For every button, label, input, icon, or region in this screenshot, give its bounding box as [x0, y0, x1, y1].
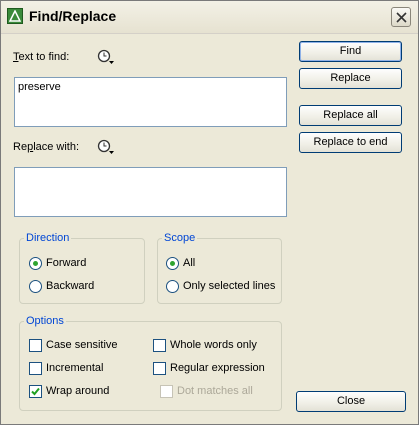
find-replace-dialog: Find/Replace Text to find: preserve Repl…: [0, 0, 419, 425]
direction-group: [19, 238, 145, 304]
find-history-icon[interactable]: [97, 49, 115, 65]
wrap-around-checkbox[interactable]: [29, 385, 42, 398]
scope-selected-lines-label[interactable]: Only selected lines: [183, 280, 275, 292]
whole-words-label[interactable]: Whole words only: [170, 339, 257, 351]
case-sensitive-label[interactable]: Case sensitive: [46, 339, 118, 351]
forward-radio[interactable]: [29, 257, 42, 270]
close-window-button[interactable]: [391, 7, 411, 27]
checkmark-icon: [31, 387, 40, 396]
find-label-rest: ext to find:: [18, 51, 70, 63]
close-icon: [396, 12, 407, 23]
incremental-checkbox[interactable]: [29, 362, 42, 375]
find-input-value: preserve: [18, 81, 61, 93]
replace-label-prefix: Re: [13, 141, 28, 153]
replace-history-icon[interactable]: [97, 139, 115, 155]
replace-to-end-button[interactable]: Replace to end: [299, 132, 402, 153]
find-button[interactable]: Find: [299, 41, 402, 62]
replace-button[interactable]: Replace: [299, 68, 402, 89]
options-title: Options: [24, 315, 66, 327]
replace-all-button[interactable]: Replace all: [299, 105, 402, 126]
scope-all-label[interactable]: All: [183, 257, 195, 269]
replace-label: Replace with:: [13, 141, 79, 153]
scope-title: Scope: [162, 232, 198, 244]
dot-matches-all-checkbox: [160, 385, 173, 398]
close-button[interactable]: Close: [296, 391, 406, 412]
forward-label[interactable]: Forward: [46, 257, 86, 269]
replace-input[interactable]: [14, 167, 287, 217]
regex-label[interactable]: Regular expression: [170, 362, 265, 374]
case-sensitive-checkbox[interactable]: [29, 339, 42, 352]
scope-group: [157, 238, 282, 304]
backward-radio[interactable]: [29, 280, 42, 293]
direction-title: Direction: [24, 232, 72, 244]
find-input[interactable]: preserve: [14, 77, 287, 127]
backward-label[interactable]: Backward: [46, 280, 94, 292]
scope-all-radio[interactable]: [166, 257, 179, 270]
whole-words-checkbox[interactable]: [153, 339, 166, 352]
dot-matches-all-label: Dot matches all: [177, 385, 253, 397]
scope-selected-lines-radio[interactable]: [166, 280, 179, 293]
app-icon: [7, 8, 23, 24]
regex-checkbox[interactable]: [153, 362, 166, 375]
find-label: Text to find:: [13, 51, 69, 63]
incremental-label[interactable]: Incremental: [46, 362, 103, 374]
window-title: Find/Replace: [29, 8, 117, 24]
wrap-around-label[interactable]: Wrap around: [46, 385, 109, 397]
replace-label-rest: lace with:: [33, 141, 80, 153]
title-bar[interactable]: Find/Replace: [1, 1, 418, 34]
